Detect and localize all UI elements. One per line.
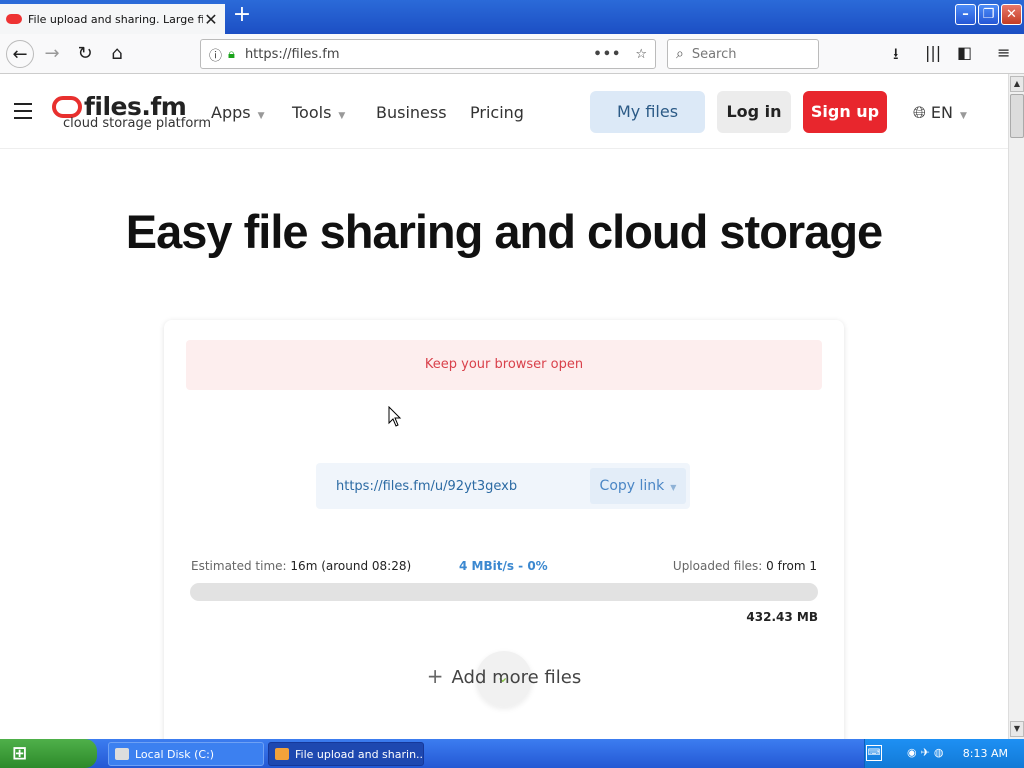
browser-tab[interactable]: File upload and sharing. Large file ✕ <box>0 2 225 34</box>
estimated-time: Estimated time: 16m (around 08:28) <box>191 559 411 573</box>
forward-icon[interactable]: → <box>38 40 66 68</box>
add-more-files-label: Add more files <box>451 667 582 688</box>
menu-apps[interactable]: Apps ▼ <box>211 103 265 122</box>
upload-size: 432.43 MB <box>746 610 818 624</box>
chevron-down-icon: ▼ <box>257 111 265 121</box>
uploaded-files-label: Uploaded files: <box>672 559 763 573</box>
upload-progress-bar <box>190 583 818 601</box>
globe-icon: 🌐︎ <box>913 103 926 122</box>
uploaded-files: Uploaded files: 0 from 1 <box>673 559 817 573</box>
minimize-button[interactable]: – <box>955 4 976 25</box>
back-icon[interactable]: ← <box>6 40 34 68</box>
new-tab-icon[interactable]: + <box>230 4 254 28</box>
menu-tools-label: Tools <box>292 103 332 122</box>
copy-link-label: Copy link <box>599 478 665 494</box>
maximize-button[interactable]: ❐ <box>978 4 999 25</box>
library-icon[interactable]: ||| <box>925 43 941 62</box>
keep-browser-open-alert: Keep your browser open <box>186 340 822 390</box>
copy-link-button[interactable]: Copy link ▼ <box>590 468 686 504</box>
upload-stats: Estimated time: 16m (around 08:28) 4 MBi… <box>191 559 817 575</box>
home-icon[interactable]: ⌂ <box>103 40 131 68</box>
share-link[interactable]: https://files.fm/u/92yt3gexb <box>316 479 590 494</box>
browser-navbar: ← → ↻ ⌂ ⓘ 🔒︎ https://files.fm ••• ☆ ⌕ Se… <box>0 34 1024 74</box>
log-in-button[interactable]: Log in <box>717 91 791 133</box>
taskbar-item-firefox[interactable]: File upload and sharin... <box>268 742 424 766</box>
bookmark-star-icon[interactable]: ☆ <box>635 47 647 62</box>
chevron-down-icon: ▼ <box>338 111 346 121</box>
reload-icon[interactable]: ↻ <box>71 40 99 68</box>
hamburger-menu-icon[interactable] <box>14 103 32 119</box>
sidebar-icon[interactable]: ◧ <box>957 43 972 62</box>
add-more-files-button[interactable]: + Add more files <box>164 664 844 688</box>
search-icon: ⌕ <box>676 46 684 62</box>
scrollbar-thumb[interactable] <box>1010 94 1024 138</box>
menu-apps-label: Apps <box>211 103 251 122</box>
taskbar-item-label: File upload and sharin... <box>295 748 424 761</box>
window-controls: – ❐ ✕ <box>955 4 1022 25</box>
search-placeholder: Search <box>691 46 737 62</box>
address-bar[interactable]: ⓘ 🔒︎ https://files.fm ••• ☆ <box>200 39 656 69</box>
site-header: files.fm cloud storage platform Apps ▼ To… <box>0 74 1008 149</box>
upload-card: Keep your browser open https://files.fm/… <box>164 320 844 739</box>
language-label: EN <box>930 103 953 122</box>
start-button[interactable]: ⊞ <box>0 739 97 768</box>
menu-business-label: Business <box>376 103 447 122</box>
clock: 8:13 AM <box>962 747 1008 760</box>
language-selector[interactable]: 🌐︎ EN ▼ <box>913 103 967 123</box>
tray-icons[interactable]: ◉✈◍ <box>907 746 947 759</box>
plus-icon: + <box>426 664 444 688</box>
sign-up-button[interactable]: Sign up <box>803 91 887 133</box>
close-tab-icon[interactable]: ✕ <box>203 10 219 29</box>
scroll-up-icon[interactable]: ▲ <box>1010 76 1024 92</box>
menu-pricing[interactable]: Pricing <box>470 103 524 122</box>
page-viewport: files.fm cloud storage platform Apps ▼ To… <box>0 74 1008 739</box>
logo-mark-icon <box>52 96 82 118</box>
upload-speed: 4 MBit/s - 0% <box>459 559 548 573</box>
lock-icon: 🔒︎ <box>228 46 235 62</box>
chevron-down-icon: ▼ <box>670 483 677 492</box>
page-title: Easy file sharing and cloud storage <box>125 205 883 258</box>
page-actions-icon[interactable]: ••• <box>593 47 621 62</box>
system-tray: ◉✈◍ 8:13 AM <box>864 739 1024 768</box>
share-link-box: https://files.fm/u/92yt3gexb Copy link ▼ <box>316 463 690 509</box>
chevron-down-icon: ▼ <box>959 111 967 121</box>
keyboard-icon[interactable]: ⌨ <box>866 745 882 761</box>
firefox-icon <box>275 748 289 760</box>
search-bar[interactable]: ⌕ Search <box>667 39 819 69</box>
drive-icon <box>115 748 129 760</box>
menu-pricing-label: Pricing <box>470 103 524 122</box>
browser-titlebar: File upload and sharing. Large file ✕ + … <box>0 0 1024 34</box>
info-icon[interactable]: ⓘ <box>209 45 222 64</box>
scroll-down-icon[interactable]: ▼ <box>1010 721 1024 737</box>
taskbar-item-local-disk[interactable]: Local Disk (C:) <box>108 742 264 766</box>
url-text[interactable]: https://files.fm <box>245 47 593 62</box>
logo-tagline: cloud storage platform <box>63 116 212 131</box>
mouse-cursor-icon <box>388 406 402 427</box>
my-files-button[interactable]: My files <box>590 91 705 133</box>
menu-tools[interactable]: Tools ▼ <box>292 103 345 122</box>
tab-title: File upload and sharing. Large file <box>28 12 203 26</box>
estimated-time-label: Estimated time: <box>191 559 287 573</box>
files-fm-favicon-icon <box>6 14 22 24</box>
menu-icon[interactable]: ≡ <box>997 43 1010 62</box>
windows-logo-icon: ⊞ <box>12 743 28 764</box>
estimated-time-value: 16m (around 08:28) <box>290 559 412 573</box>
download-icon[interactable]: ⭳ <box>893 43 899 70</box>
page-scrollbar[interactable]: ▲ ▼ <box>1008 74 1024 739</box>
uploaded-files-value: 0 from 1 <box>766 559 817 573</box>
taskbar-item-label: Local Disk (C:) <box>135 748 215 761</box>
menu-business[interactable]: Business <box>376 103 447 122</box>
close-window-button[interactable]: ✕ <box>1001 4 1022 25</box>
